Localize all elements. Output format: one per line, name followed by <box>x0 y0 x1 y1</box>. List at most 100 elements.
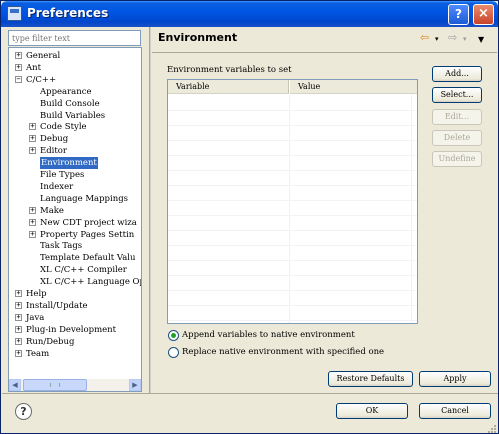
tree-item-label: Team <box>26 348 50 359</box>
grid-line <box>168 200 417 201</box>
tree-item-label: C/C++ <box>26 74 57 85</box>
restore-defaults-button[interactable]: Restore Defaults <box>328 371 413 387</box>
expand-icon[interactable]: + <box>15 63 22 71</box>
tree-item[interactable]: XL C/C++ Compiler <box>9 264 141 276</box>
tree-horizontal-scrollbar[interactable]: ◀ ▶ <box>9 379 141 391</box>
tree-item[interactable]: Language Mappings <box>9 193 141 205</box>
back-dropdown-icon[interactable]: ▾ <box>435 34 439 46</box>
resize-grip-icon[interactable] <box>488 425 497 433</box>
edit-button[interactable]: Edit... <box>432 109 482 125</box>
select-button[interactable]: Select... <box>432 87 482 103</box>
expand-icon[interactable]: + <box>15 349 22 357</box>
expand-icon[interactable]: + <box>29 135 36 143</box>
grid-line <box>168 260 417 261</box>
expand-icon[interactable]: + <box>15 337 22 345</box>
append-radio[interactable] <box>168 330 179 341</box>
undefine-button[interactable]: Undefine <box>432 151 482 167</box>
grid-line <box>168 305 417 306</box>
tree-item-label: Environment <box>40 157 98 170</box>
tree-item[interactable]: + Java <box>9 312 141 324</box>
expand-icon[interactable]: + <box>29 206 36 214</box>
tree-item-label: Property Pages Settin <box>40 229 135 240</box>
apply-button[interactable]: Apply <box>419 371 491 387</box>
tree-item[interactable]: Build Console <box>9 98 141 110</box>
ok-button[interactable]: OK <box>336 403 408 419</box>
forward-arrow-icon[interactable]: ⇨ <box>448 32 457 44</box>
grid-line <box>168 320 417 321</box>
page-title: Environment <box>158 31 238 44</box>
expand-icon[interactable]: + <box>15 325 22 333</box>
add-button[interactable]: Add... <box>432 66 482 82</box>
replace-radio[interactable] <box>168 347 179 358</box>
collapse-icon[interactable]: − <box>15 75 22 83</box>
expand-icon[interactable]: + <box>15 52 22 59</box>
tree-item[interactable]: + Plug-in Development <box>9 324 141 336</box>
tree-item[interactable]: Template Default Valu <box>9 252 141 264</box>
scrollbar-thumb[interactable] <box>23 379 87 391</box>
expand-icon[interactable]: + <box>29 147 36 155</box>
tree-item[interactable]: + Code Style <box>9 121 141 133</box>
tree-item[interactable]: Environment <box>9 157 141 170</box>
tree-item[interactable]: − C/C++ <box>9 74 141 86</box>
tree-item[interactable]: + Help <box>9 288 141 300</box>
env-variables-table[interactable]: Variable Value <box>167 79 418 324</box>
tree-item-label: Build Console <box>40 98 100 109</box>
close-button[interactable]: × <box>473 4 494 25</box>
tree-item[interactable]: + Property Pages Settin <box>9 229 141 241</box>
scroll-left-arrow-icon[interactable]: ◀ <box>9 379 21 391</box>
filter-input[interactable] <box>9 31 137 45</box>
replace-radio-label[interactable]: Replace native environment with specifie… <box>182 347 384 357</box>
tree-item[interactable]: + Team <box>9 348 141 360</box>
tree-item-label: XL C/C++ Compiler <box>40 265 127 276</box>
expand-icon[interactable]: + <box>15 313 22 321</box>
preferences-tree[interactable]: + General + Ant − C/C++ Appearance Build Consol… <box>8 47 142 392</box>
tree-item-label: General <box>26 51 61 61</box>
cancel-button[interactable]: Cancel <box>419 403 491 419</box>
tree-item-label: XL C/C++ Language Opt <box>40 277 142 288</box>
help-icon[interactable]: ? <box>15 403 32 420</box>
grid-line <box>168 170 417 171</box>
tree-item[interactable]: Task Tags <box>9 240 141 252</box>
title-help-button[interactable]: ? <box>448 4 469 25</box>
title-bar[interactable]: Preferences ? × <box>1 1 498 27</box>
back-arrow-icon[interactable]: ⇦ <box>420 32 429 44</box>
forward-dropdown-icon[interactable]: ▾ <box>463 34 467 46</box>
tree-item-label: Run/Debug <box>26 336 75 347</box>
tree-item[interactable]: + Ant <box>9 62 141 74</box>
tree-item[interactable]: + New CDT project wiza <box>9 217 141 229</box>
header-divider <box>152 52 497 53</box>
scroll-right-arrow-icon[interactable]: ▶ <box>129 379 141 391</box>
grid-line <box>168 290 417 291</box>
append-radio-label[interactable]: Append variables to native environment <box>182 330 355 340</box>
delete-button[interactable]: Delete <box>432 130 482 146</box>
tree-item[interactable]: + General <box>9 50 141 62</box>
grid-line <box>168 185 417 186</box>
view-menu-icon[interactable]: ▼ <box>478 34 484 46</box>
grid-line <box>168 275 417 276</box>
tree-item[interactable]: + Editor <box>9 145 141 157</box>
tree-item-label: Plug-in Development <box>26 324 117 335</box>
expand-icon[interactable]: + <box>15 290 22 297</box>
column-header-variable[interactable]: Variable <box>168 80 289 94</box>
expand-icon[interactable]: + <box>29 123 36 131</box>
tree-item[interactable]: Indexer <box>9 181 141 193</box>
expand-icon[interactable]: + <box>29 218 36 226</box>
tree-item[interactable]: + Make <box>9 205 141 217</box>
tree-item-label: Language Mappings <box>40 193 128 204</box>
tree-item[interactable]: File Types <box>9 169 141 181</box>
column-header-value[interactable]: Value <box>290 80 417 94</box>
tree-item[interactable]: Appearance <box>9 86 141 98</box>
expand-icon[interactable]: + <box>29 230 36 238</box>
tree-item[interactable]: Build Variables <box>9 110 141 122</box>
footer-divider <box>2 393 498 394</box>
tree-item-label: New CDT project wiza <box>40 217 137 228</box>
tree-item[interactable]: XL C/C++ Language Opt <box>9 276 141 288</box>
tree-item[interactable]: + Debug <box>9 133 141 145</box>
panel-sash[interactable] <box>149 27 151 393</box>
filter-field[interactable] <box>8 30 141 46</box>
tree-item[interactable]: + Run/Debug <box>9 336 141 348</box>
expand-icon[interactable]: + <box>15 301 22 309</box>
window-title: Preferences <box>27 6 109 20</box>
grid-line <box>168 230 417 231</box>
tree-item[interactable]: + Install/Update <box>9 300 141 312</box>
